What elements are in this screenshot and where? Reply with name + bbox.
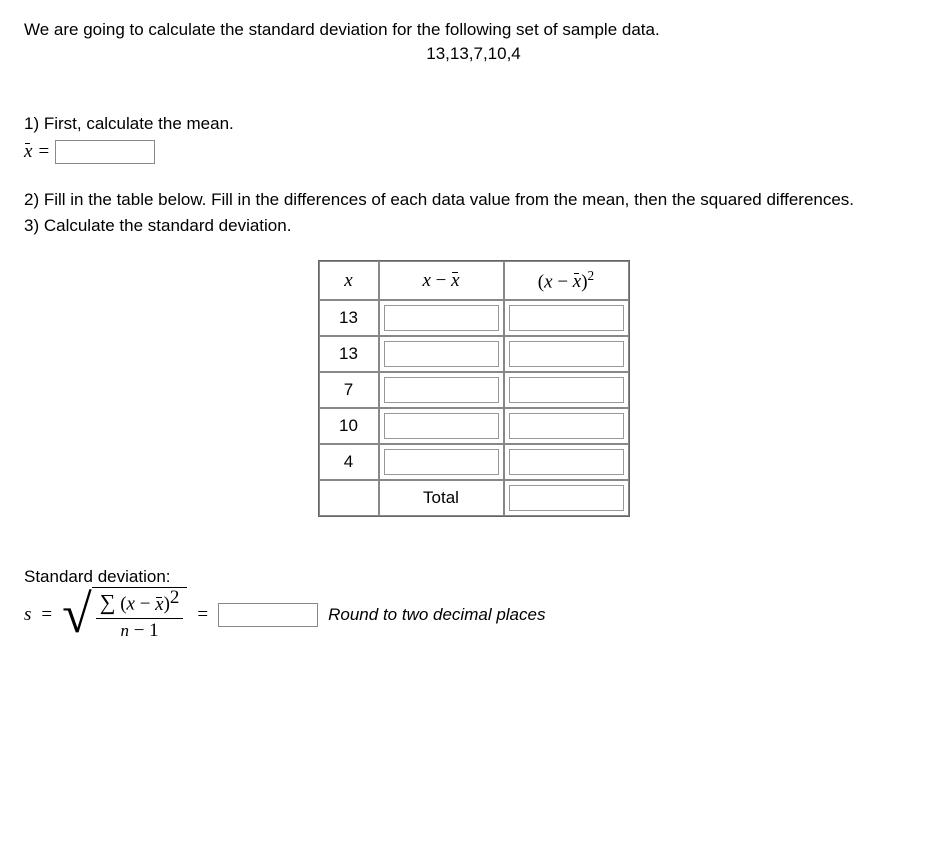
sqrt-expression: √ ∑ (x − x)2 n − 1 [62,587,187,641]
step-2-text: 2) Fill in the table below. Fill in the … [24,190,923,210]
diff-input[interactable] [384,449,499,475]
intro-text: We are going to calculate the standard d… [24,20,923,40]
diff-input[interactable] [384,413,499,439]
table-row: 10 [319,408,629,444]
sq-input[interactable] [509,449,624,475]
x-value: 13 [319,336,379,372]
sq-input[interactable] [509,341,624,367]
sq-input[interactable] [509,305,624,331]
x-value: 4 [319,444,379,480]
std-input[interactable] [218,603,318,627]
equals-sign: = [38,141,49,163]
header-diff: x − x [379,261,504,300]
table-row: 13 [319,300,629,336]
s-symbol: s [24,604,31,626]
x-value: 10 [319,408,379,444]
diff-input[interactable] [384,341,499,367]
sq-input[interactable] [509,413,624,439]
deviation-table: x x − x (x − x)2 13 13 7 10 4 Total [318,260,630,517]
diff-input[interactable] [384,377,499,403]
sq-input[interactable] [509,377,624,403]
round-note: Round to two decimal places [328,605,545,625]
table-row: 7 [319,372,629,408]
dataset-text: 13,13,7,10,4 [24,44,923,64]
total-label: Total [379,480,504,516]
x-value: 13 [319,300,379,336]
std-label: Standard deviation: [24,567,923,587]
header-sq: (x − x)2 [504,261,629,300]
total-input[interactable] [509,485,624,511]
equals-sign: = [41,604,52,626]
total-empty [319,480,379,516]
mean-input[interactable] [55,140,155,164]
header-x: x [319,261,379,300]
table-total-row: Total [319,480,629,516]
table-row: 4 [319,444,629,480]
diff-input[interactable] [384,305,499,331]
xbar-symbol: x [24,141,32,163]
table-row: 13 [319,336,629,372]
step-1-text: 1) First, calculate the mean. [24,114,923,134]
x-value: 7 [319,372,379,408]
equals-sign: = [197,604,208,626]
step-3-text: 3) Calculate the standard deviation. [24,216,923,236]
